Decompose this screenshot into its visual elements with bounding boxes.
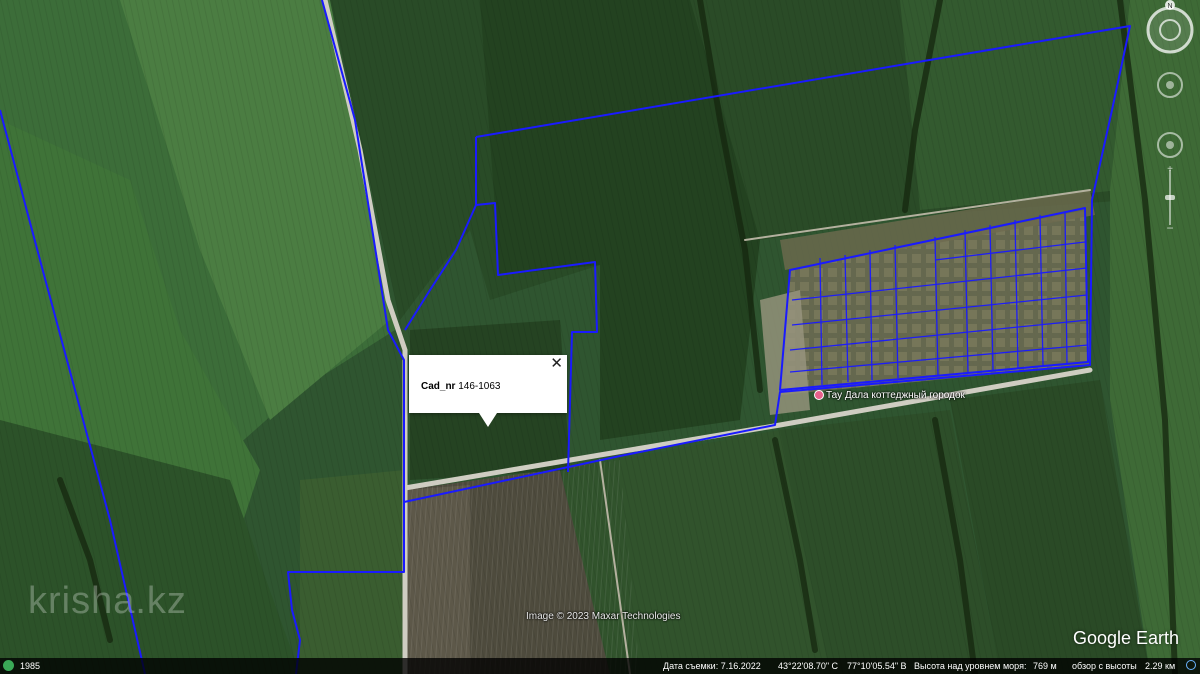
- popup-field-row: Cad_nr 146-1063: [421, 381, 501, 392]
- look-joystick-icon[interactable]: [1157, 72, 1183, 98]
- elevation-value: 769 м: [1033, 661, 1057, 671]
- navigation-controls[interactable]: N + −: [1140, 0, 1200, 240]
- popup-field-key: Cad_nr: [421, 381, 456, 392]
- compass-ring-icon[interactable]: N: [1146, 0, 1194, 54]
- north-label: N: [1167, 3, 1172, 10]
- zoom-slider-icon[interactable]: + −: [1165, 164, 1175, 235]
- latitude-readout: 43°22'08.70" С: [778, 661, 839, 671]
- pink-pin-icon[interactable]: [814, 390, 824, 400]
- capture-date: Дата съемки: 7.16.2022: [663, 661, 761, 671]
- google-earth-logo: Google Earth: [1073, 628, 1180, 648]
- image-credit: Image © 2023 Maxar Technologies: [526, 611, 681, 622]
- status-bar: 1985 Дата съемки: 7.16.2022 43°22'08.70"…: [0, 658, 1200, 674]
- elevation-label: Высота над уровнем моря:: [914, 661, 1027, 671]
- historical-year[interactable]: 1985: [20, 661, 40, 671]
- satellite-map-view[interactable]: N + − Тау Дала коттеджный городок ✕ Cad_…: [0, 0, 1200, 674]
- popup-field-value: 146-1063: [458, 381, 501, 392]
- satellite-imagery[interactable]: [0, 0, 1200, 674]
- watermark: krisha.kz: [28, 580, 187, 622]
- move-joystick-icon[interactable]: [1157, 132, 1183, 158]
- eye-altitude-label: обзор с высоты: [1072, 661, 1137, 671]
- place-label[interactable]: Тау Дала коттеджный городок: [826, 390, 965, 401]
- longitude-readout: 77°10'05.54" В: [847, 661, 907, 671]
- historical-imagery-icon[interactable]: [3, 660, 14, 671]
- svg-text:−: −: [1166, 221, 1173, 235]
- eye-altitude-value: 2.29 км: [1145, 661, 1176, 671]
- svg-text:+: +: [1167, 164, 1173, 175]
- parcel-info-popup: ✕ Cad_nr 146-1063: [409, 355, 567, 427]
- close-icon[interactable]: ✕: [550, 356, 563, 371]
- circle-icon[interactable]: [1186, 660, 1196, 670]
